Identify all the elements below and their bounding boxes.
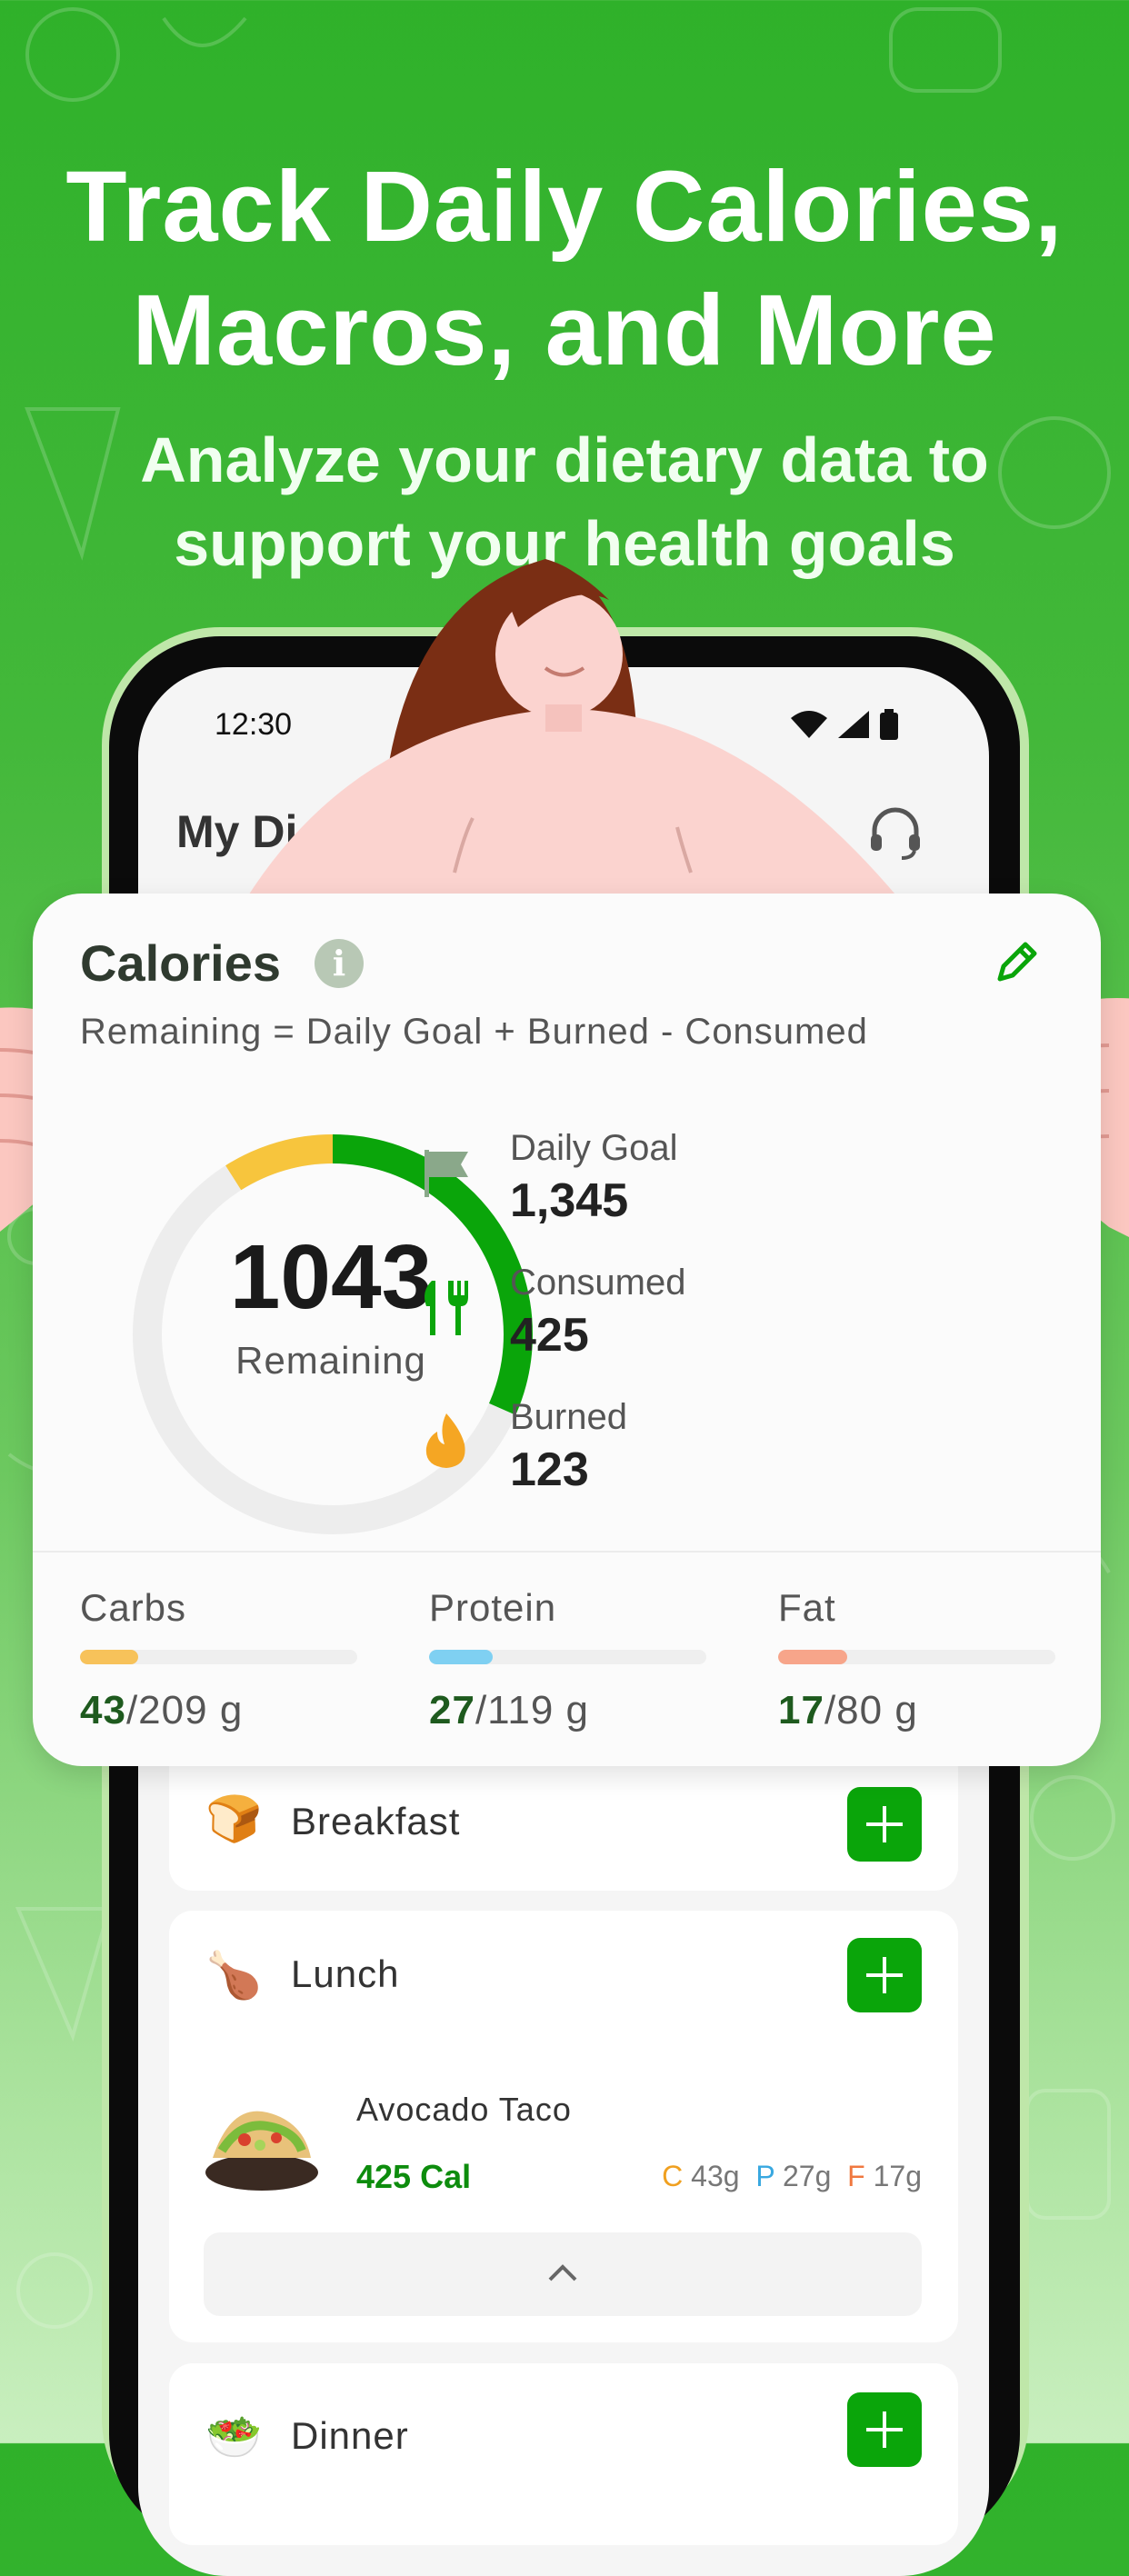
protein-progress-track [429,1650,706,1664]
salad-icon: 🥗 [205,2411,263,2462]
meal-name-breakfast: Breakfast [291,1800,461,1842]
fat-letter: F [847,2160,865,2192]
headline-line-2: Macros, and More [132,275,997,386]
fat-amount: 17/80 g [778,1688,1055,1733]
carbs-progress-fill [80,1650,139,1664]
protein-label: Protein [429,1586,557,1629]
chevron-up-icon [548,2264,577,2281]
remaining-value: 1043 [229,1226,433,1328]
add-dinner-button[interactable] [847,2392,922,2467]
calories-title: Calories [80,934,281,992]
meal-card-lunch: 🍗 Lunch Avocado Taco 425 Cal C 43g P 27g… [169,1911,958,2342]
edit-pencil-icon[interactable] [991,937,1042,988]
consumed-label: Consumed [510,1263,686,1303]
avocado-taco-image[interactable] [204,2085,320,2192]
carbs-value: 43g [691,2160,740,2192]
carbs-label: Carbs [80,1586,187,1629]
headline: Track Daily Calories, Macros, and More [0,145,1129,393]
protein-amount: 27/119 g [429,1688,706,1733]
flame-icon [425,1413,465,1468]
subheadline-line-1: Analyze your dietary data to [140,424,989,495]
protein-goal: /119 g [475,1688,590,1732]
macro-carbs: Carbs 43/209 g [80,1586,357,1733]
burned-value: 123 [510,1443,589,1496]
drumstick-icon: 🍗 [205,1950,263,2001]
carbs-goal: /209 g [125,1688,244,1732]
protein-value: 27g [783,2160,832,2192]
food-macros: C 43g P 27g F 17g [662,2160,922,2193]
fat-value: 17g [873,2160,922,2192]
fat-goal: /80 g [824,1688,918,1732]
add-lunch-button[interactable] [847,1938,922,2012]
carbs-letter: C [662,2160,684,2192]
consumed-value: 425 [510,1309,589,1362]
meal-card-breakfast: 🍞 Breakfast [169,1745,958,1891]
collapse-button[interactable] [204,2232,922,2316]
woman-illustration [245,559,900,900]
meal-name-lunch: Lunch [291,1952,400,1995]
carbs-amount: 43/209 g [80,1688,357,1733]
remaining-label: Remaining [235,1339,426,1382]
protein-letter: P [755,2160,775,2192]
fat-progress-track [778,1650,1055,1664]
ring-burned-arc [133,1134,533,1534]
calorie-ring [133,1134,533,1534]
protein-progress-fill [429,1650,494,1664]
burned-label: Burned [510,1397,627,1437]
bread-icon: 🍞 [205,1793,263,1844]
fat-current: 17 [778,1688,824,1732]
meal-name-dinner: Dinner [291,2414,409,2457]
fork-knife-icon [425,1281,468,1335]
food-calories: 425 Cal [356,2158,472,2195]
calories-formula: Remaining = Daily Goal + Burned - Consum… [80,1012,868,1052]
meal-card-dinner: 🥗 Dinner [169,2363,958,2545]
protein-current: 27 [429,1688,475,1732]
headline-line-1: Track Daily Calories, [65,151,1064,263]
info-icon[interactable]: i [315,939,364,988]
food-name[interactable]: Avocado Taco [356,2091,572,2129]
fat-label: Fat [778,1586,836,1629]
daily-goal-label: Daily Goal [510,1128,678,1168]
macro-protein: Protein 27/119 g [429,1586,706,1733]
macro-fat: Fat 17/80 g [778,1586,1055,1733]
flag-icon [425,1150,468,1197]
fat-progress-fill [778,1650,848,1664]
daily-goal-value: 1,345 [510,1174,629,1227]
add-breakfast-button[interactable] [847,1787,922,1862]
card-divider [33,1551,1101,1553]
carbs-current: 43 [80,1688,126,1732]
carbs-progress-track [80,1650,357,1664]
calories-card: Calories i Remaining = Daily Goal + Burn… [33,894,1101,1766]
